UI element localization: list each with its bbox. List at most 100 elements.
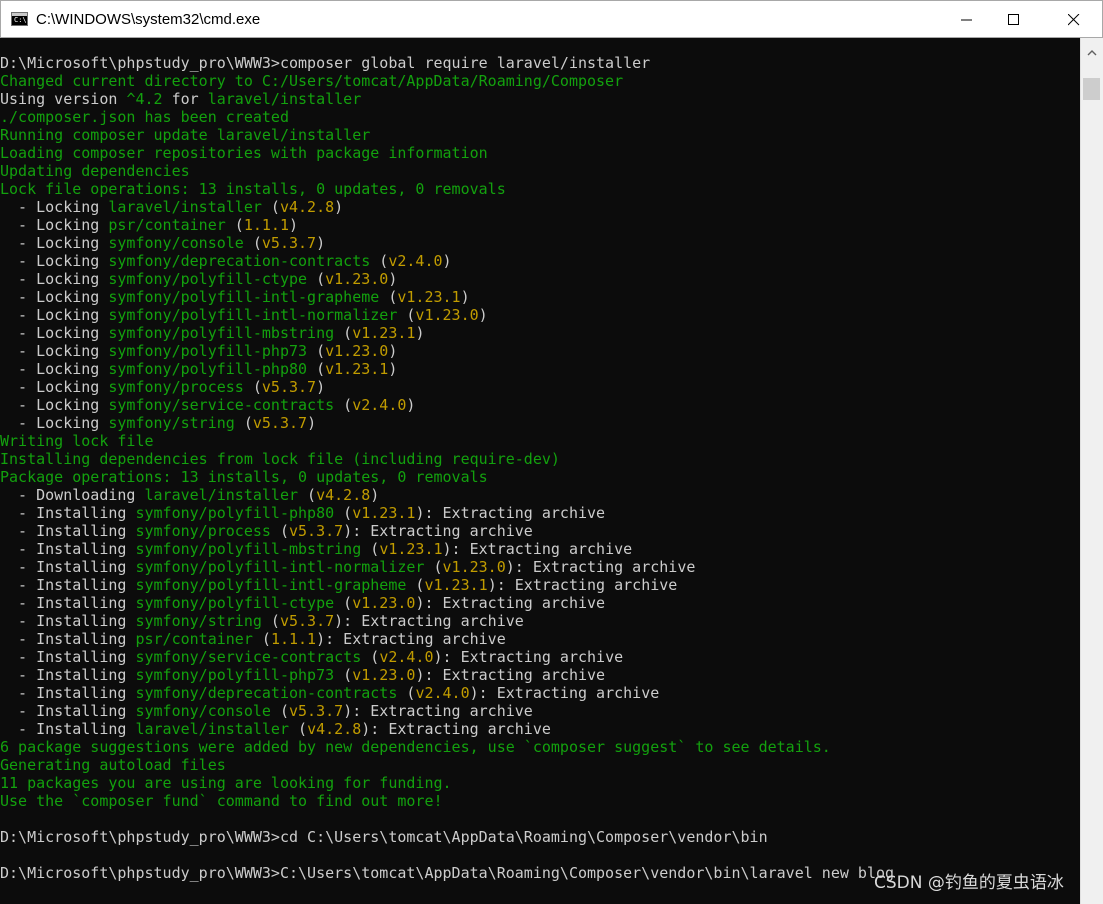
console-output[interactable]: D:\Microsoft\phpstudy_pro\WWW3>composer …: [0, 38, 1080, 904]
console-text-segment: 1.1.1: [243, 216, 289, 234]
console-line: Lock file operations: 13 installs, 0 upd…: [0, 180, 894, 198]
console-text-segment: v1.23.1: [379, 540, 443, 558]
console-text-segment: symfony/polyfill-intl-grapheme: [135, 576, 407, 594]
console-text-segment: (: [334, 504, 353, 522]
console-line: Changed current directory to C:/Users/to…: [0, 72, 894, 90]
console-line: - Installing symfony/polyfill-intl-graph…: [0, 576, 894, 594]
console-line: Writing lock file: [0, 432, 894, 450]
console-text-segment: Running composer update laravel/installe…: [0, 126, 371, 144]
console-text-segment: laravel/installer: [135, 720, 289, 738]
console-text-segment: ): Extracting archive: [433, 648, 624, 666]
console-text-segment: (: [307, 270, 326, 288]
console-line: - Installing symfony/polyfill-mbstring (…: [0, 540, 894, 558]
console-text-segment: - Installing: [0, 684, 136, 702]
console-text-segment: ): [307, 414, 317, 432]
cmd-app-icon[interactable]: C:\: [11, 12, 28, 26]
console-text-segment: ): [442, 252, 452, 270]
console-line: Updating dependencies: [0, 162, 894, 180]
minimize-button[interactable]: [944, 1, 989, 37]
minimize-icon: [961, 19, 972, 21]
console-line: D:\Microsoft\phpstudy_pro\WWW3>cd C:\Use…: [0, 828, 894, 846]
console-text-segment: (: [307, 342, 326, 360]
console-text-segment: for: [162, 90, 208, 108]
console-text-segment: - Locking: [0, 288, 109, 306]
console-text-segment: ): Extracting archive: [487, 576, 678, 594]
scroll-thumb[interactable]: [1083, 78, 1100, 100]
console-line: - Installing laravel/installer (v4.2.8):…: [0, 720, 894, 738]
console-text-segment: - Locking: [0, 414, 109, 432]
console-line: - Locking symfony/polyfill-intl-grapheme…: [0, 288, 894, 306]
console-text-segment: Using version: [0, 90, 127, 108]
console-text-segment: symfony/process: [135, 522, 271, 540]
console-text-segment: v2.4.0: [352, 396, 407, 414]
console-text-segment: (: [361, 648, 380, 666]
title-bar[interactable]: C:\ C:\WINDOWS\system32\cmd.exe: [0, 0, 1103, 38]
console-text-segment: Loading composer repositories with packa…: [0, 144, 488, 162]
window-title: C:\WINDOWS\system32\cmd.exe: [36, 11, 261, 28]
console-text-segment: symfony/string: [135, 612, 262, 630]
console-text-segment: (: [270, 522, 289, 540]
console-line: - Installing symfony/string (v5.3.7): Ex…: [0, 612, 894, 630]
console-text-segment: ): Extracting archive: [316, 630, 506, 648]
console-text-segment: ): [388, 342, 398, 360]
console-line: D:\Microsoft\phpstudy_pro\WWW3>C:\Users\…: [0, 864, 894, 882]
console-line: - Installing symfony/console (v5.3.7): E…: [0, 702, 894, 720]
console-text-segment: ): [334, 198, 344, 216]
scroll-up-button[interactable]: [1081, 38, 1103, 76]
console-text-segment: symfony/polyfill-intl-normalizer: [108, 306, 398, 324]
close-icon: [1068, 14, 1080, 26]
vertical-scrollbar[interactable]: [1080, 38, 1103, 904]
scroll-up-arrow-icon: [1087, 50, 1097, 56]
console-text-segment: ): [289, 216, 299, 234]
console-text-segment: Installing dependencies from lock file (…: [0, 450, 560, 468]
close-button[interactable]: [1051, 1, 1096, 37]
console-line: - Installing symfony/polyfill-php73 (v1.…: [0, 666, 894, 684]
console-text-segment: v1.23.0: [352, 666, 416, 684]
console-text-segment: - Installing: [0, 594, 136, 612]
console-text-segment: (: [379, 288, 398, 306]
console-text-segment: - Locking: [0, 324, 109, 342]
console-text-segment: symfony/string: [108, 414, 235, 432]
console-text-segment: Package operations: 13 installs, 0 updat…: [0, 468, 488, 486]
console-text-segment: laravel/installer: [108, 198, 262, 216]
console-text-segment: v1.23.1: [352, 324, 416, 342]
console-text-segment: laravel/installer: [207, 90, 362, 108]
console-text-segment: ): Extracting archive: [415, 666, 606, 684]
console-text-segment: - Locking: [0, 198, 109, 216]
watermark: CSDN @钓鱼的夏虫语冰: [874, 873, 1064, 893]
console-text-segment: (: [261, 612, 280, 630]
console-text-segment: v2.4.0: [379, 648, 434, 666]
console-text-segment: - Installing: [0, 648, 136, 666]
console-text-segment: (: [252, 630, 271, 648]
console-text-segment: (: [334, 594, 353, 612]
console-text-segment: 11 packages you are using are looking fo…: [0, 774, 452, 792]
console-text-segment: (: [370, 252, 389, 270]
console-text-segment: symfony/polyfill-intl-grapheme: [108, 288, 380, 306]
console-text-segment: Writing lock file: [0, 432, 154, 450]
console-text-segment: symfony/polyfill-php80: [108, 360, 308, 378]
console-line: - Installing symfony/deprecation-contrac…: [0, 684, 894, 702]
console-text-segment: Updating dependencies: [0, 162, 190, 180]
console-text-segment: (: [406, 576, 425, 594]
console-line: Using version ^4.2 for laravel/installer: [0, 90, 894, 108]
console-text-segment: ): Extracting archive: [361, 720, 551, 738]
console-text-segment: 1.1.1: [270, 630, 317, 648]
console-text-segment: v1.23.0: [442, 558, 506, 576]
console-line: - Locking laravel/installer (v4.2.8): [0, 198, 894, 216]
console-line: Installing dependencies from lock file (…: [0, 450, 894, 468]
console-text-segment: psr/container: [108, 216, 226, 234]
console-text-segment: - Installing: [0, 522, 136, 540]
console-text-segment: v5.3.7: [279, 612, 335, 630]
console-text-segment: v1.23.1: [352, 504, 416, 522]
console-text-segment: v2.4.0: [388, 252, 443, 270]
console-text-segment: symfony/polyfill-mbstring: [108, 324, 335, 342]
maximize-button[interactable]: [991, 1, 1036, 37]
console-line: - Locking symfony/service-contracts (v2.…: [0, 396, 894, 414]
console-text-segment: symfony/service-contracts: [108, 396, 335, 414]
console-text-segment: Lock file operations: 13 installs, 0 upd…: [0, 180, 506, 198]
console-text-segment: - Installing: [0, 666, 136, 684]
console-line: - Installing symfony/polyfill-php80 (v1.…: [0, 504, 894, 522]
console-line: - Installing symfony/polyfill-intl-norma…: [0, 558, 894, 576]
console-text-segment: (: [397, 684, 416, 702]
console-line: - Installing symfony/polyfill-ctype (v1.…: [0, 594, 894, 612]
